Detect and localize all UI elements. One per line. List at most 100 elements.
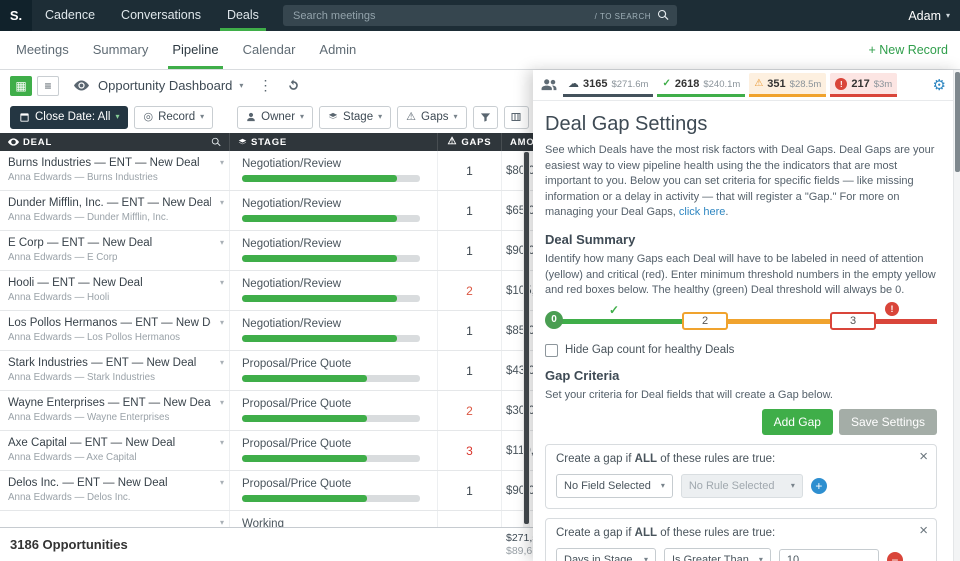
record-filter-button[interactable]: Record	[134, 106, 213, 129]
deal-name: Stark Industries — ENT — New Deal	[8, 357, 211, 369]
user-menu[interactable]: Adam	[908, 0, 950, 31]
gaps-count: 2	[466, 404, 473, 418]
add-gap-button[interactable]: Add Gap	[762, 409, 833, 435]
stage-progress-bar	[242, 175, 420, 182]
deal-name: Delos Inc. — ENT — New Deal	[8, 477, 211, 489]
stage-progress-bar	[242, 415, 420, 422]
panel-body: Deal Gap Settings See which Deals have t…	[533, 101, 953, 561]
chevron-down-icon[interactable]	[220, 199, 224, 207]
check-icon	[609, 303, 619, 317]
stage-progress-bar	[242, 295, 420, 302]
stage-cell: Working	[230, 511, 438, 527]
chevron-down-icon[interactable]	[220, 399, 224, 407]
stat-critical-deals[interactable]: 217 $3m	[830, 73, 897, 97]
warning-threshold-input[interactable]: 2	[682, 312, 728, 330]
add-rule-icon[interactable]	[811, 478, 827, 494]
stage-cell: Negotiation/Review	[230, 271, 438, 310]
deal-column-header[interactable]: Deal	[0, 133, 230, 151]
stage-filter-button[interactable]: Stage	[319, 106, 391, 129]
dashboard-selector[interactable]: Opportunity Dashboard	[98, 78, 232, 93]
critical-threshold-input[interactable]: 3	[830, 312, 876, 330]
chevron-down-icon[interactable]	[220, 359, 224, 367]
chevron-down-icon[interactable]	[220, 159, 224, 167]
close-icon[interactable]	[919, 523, 928, 538]
chevron-down-icon[interactable]	[220, 519, 224, 527]
tab[interactable]: Admin	[307, 31, 368, 69]
chevron-down-icon[interactable]	[239, 82, 243, 90]
stage-column-header[interactable]: Stage	[230, 133, 438, 151]
nav-item[interactable]: Conversations	[108, 0, 214, 31]
warning-icon	[406, 112, 416, 123]
grid-view-button[interactable]	[10, 76, 32, 96]
chevron-down-icon[interactable]	[220, 319, 224, 327]
list-view-button[interactable]	[37, 76, 59, 96]
nav-item[interactable]: Deals	[214, 0, 272, 31]
deal-name: Axe Capital — ENT — New Deal	[8, 437, 211, 449]
stage-name: Negotiation/Review	[242, 158, 437, 170]
refresh-icon[interactable]	[287, 79, 300, 92]
stage-name: Working	[242, 518, 437, 527]
rule-value-input[interactable]	[779, 549, 879, 561]
panel-scrollbar-thumb[interactable]	[955, 72, 960, 172]
chevron-down-icon[interactable]	[220, 279, 224, 287]
nav-item[interactable]: Cadence	[32, 0, 108, 31]
search-shortcut-hint: / TO SEARCH	[595, 12, 651, 21]
stage-cell: Negotiation/Review	[230, 151, 438, 190]
global-search: / TO SEARCH	[283, 5, 677, 26]
new-record-link[interactable]: + New Record	[868, 31, 948, 70]
deal-cell: Los Pollos Hermanos — ENT — New Deal Ann…	[0, 311, 230, 350]
tab[interactable]: Summary	[81, 31, 161, 69]
gaps-column-header[interactable]: Gaps	[438, 133, 502, 151]
person-icon	[246, 112, 256, 122]
gaps-filter-button[interactable]: Gaps	[397, 106, 466, 129]
stat-total-pipeline[interactable]: 3165 $271.6m	[563, 73, 653, 97]
tab[interactable]: Meetings	[4, 31, 81, 69]
kebab-menu-icon[interactable]	[258, 77, 272, 94]
remove-rule-icon[interactable]	[887, 552, 903, 561]
search-icon[interactable]	[211, 137, 221, 147]
table-scrollbar-thumb[interactable]	[524, 152, 529, 524]
chevron-down-icon	[300, 113, 304, 121]
owner-filter-button[interactable]: Owner	[237, 106, 313, 129]
tabs: Meetings Summary Pipeline Calendar Admin	[4, 31, 368, 69]
alert-icon	[885, 302, 899, 316]
field-select[interactable]: Days in Stage	[556, 548, 656, 561]
tab[interactable]: Calendar	[231, 31, 308, 69]
hide-gap-checkbox-row[interactable]: Hide Gap count for healthy Deals	[545, 344, 937, 357]
stage-cell: Proposal/Price Quote	[230, 471, 438, 510]
panel-scrollbar[interactable]	[953, 70, 960, 561]
save-settings-button[interactable]: Save Settings	[839, 409, 937, 435]
field-select[interactable]: No Field Selected	[556, 474, 673, 498]
rule-select[interactable]: Is Greater Than	[664, 548, 771, 561]
gap-rule-card: Create a gap if ALL of these rules are t…	[545, 518, 937, 561]
table-scrollbar[interactable]	[523, 151, 530, 527]
gaps-cell: 1	[438, 231, 502, 270]
stage-progress-bar	[242, 335, 420, 342]
error-icon	[835, 78, 847, 90]
click-here-link[interactable]: click here	[679, 206, 725, 218]
app-logo[interactable]: S.	[0, 0, 32, 31]
gaps-cell: 1	[438, 151, 502, 190]
gaps-count: 1	[466, 164, 473, 178]
funnel-icon	[480, 112, 491, 123]
stage-progress-bar	[242, 455, 420, 462]
chevron-down-icon[interactable]	[220, 479, 224, 487]
advanced-filter-button[interactable]	[473, 106, 498, 129]
checkbox[interactable]	[545, 344, 558, 357]
chevron-down-icon	[378, 113, 382, 121]
eye-icon	[74, 80, 89, 91]
stage-name: Negotiation/Review	[242, 198, 437, 210]
tab[interactable]: Pipeline	[160, 31, 230, 69]
close-icon[interactable]	[919, 449, 928, 464]
columns-button[interactable]	[504, 106, 529, 129]
stage-cell: Negotiation/Review	[230, 191, 438, 230]
healthy-track	[554, 319, 682, 324]
deal-owner: Anna Edwards — Los Pollos Hermanos	[8, 332, 211, 343]
layers-icon	[328, 112, 338, 122]
close-date-filter-button[interactable]: Close Date: All	[10, 106, 128, 129]
chevron-down-icon[interactable]	[220, 439, 224, 447]
stat-healthy-deals[interactable]: 2618 $240.1m	[657, 73, 745, 97]
gear-icon[interactable]	[933, 78, 946, 93]
stat-warning-deals[interactable]: 351 $28.5m	[749, 73, 826, 97]
chevron-down-icon[interactable]	[220, 239, 224, 247]
